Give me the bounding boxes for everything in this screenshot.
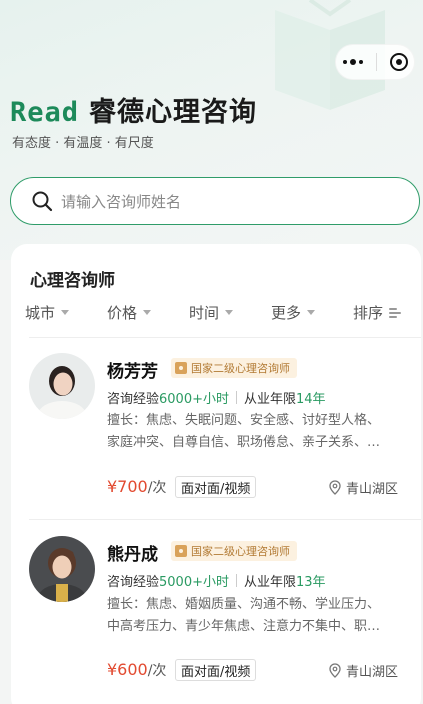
specialties-line: 中高考压力、青少年焦虑、注意力不集中、职… bbox=[107, 619, 381, 634]
capsule-divider bbox=[375, 53, 377, 71]
price: ¥700 /次 bbox=[107, 477, 166, 497]
slogan: 有态度 · 有温度 · 有尺度 bbox=[12, 136, 154, 151]
certificate-icon bbox=[175, 545, 187, 557]
filter-city-label: 城市 bbox=[25, 304, 56, 322]
price-value: ¥700 bbox=[107, 477, 148, 496]
stats-divider bbox=[236, 391, 237, 404]
filter-price-label: 价格 bbox=[107, 304, 138, 322]
consult-mode-tag: 面对面/视频 bbox=[175, 476, 257, 498]
experience-value: 5000+小时 bbox=[159, 575, 229, 590]
badge-label: 国家二级心理咨询师 bbox=[191, 362, 290, 375]
stats-divider bbox=[236, 574, 237, 587]
price-unit: /次 bbox=[147, 480, 167, 496]
specialties: 擅长：焦虑、失眠问题、安全感、讨好型人格、 家庭冲突、自尊自信、职场倦怠、亲子关… bbox=[107, 410, 403, 454]
brand-logo-text: Read bbox=[10, 97, 80, 128]
divider bbox=[29, 519, 421, 520]
specialties-line: 家庭冲突、自尊自信、职场倦怠、亲子关系、… bbox=[107, 435, 381, 450]
experience-value: 6000+小时 bbox=[159, 392, 229, 407]
years-label: 从业年限 bbox=[244, 575, 297, 590]
search-input[interactable]: 请输入咨询师姓名 bbox=[61, 191, 181, 212]
certificate-icon bbox=[175, 362, 187, 374]
price-value: ¥600 bbox=[107, 660, 148, 679]
specialties-line: 擅长：焦虑、婚姻质量、沟通不畅、学业压力、 bbox=[107, 597, 381, 612]
search-bar[interactable]: 请输入咨询师姓名 bbox=[10, 177, 420, 225]
caret-down-icon bbox=[61, 310, 70, 315]
filter-city[interactable]: 城市 bbox=[25, 302, 70, 323]
filter-bar: 城市 价格 时间 更多 排序 bbox=[11, 302, 421, 326]
sort-icon bbox=[389, 307, 403, 319]
years-value: 14年 bbox=[296, 392, 326, 407]
price-unit: /次 bbox=[147, 663, 167, 679]
filter-sort-label: 排序 bbox=[353, 304, 384, 322]
filter-more[interactable]: 更多 bbox=[271, 302, 316, 323]
filter-time-label: 时间 bbox=[189, 304, 220, 322]
divider bbox=[29, 337, 421, 338]
search-icon bbox=[32, 191, 53, 212]
counselor-name: 杨芳芳 bbox=[107, 362, 158, 382]
counselor-stats: 咨询经验 6000+小时 从业年限 14年 bbox=[107, 388, 326, 407]
filter-sort[interactable]: 排序 bbox=[353, 302, 403, 323]
counselor-name: 熊丹成 bbox=[107, 545, 158, 565]
brand-name: 睿德心理咨询 bbox=[89, 97, 258, 128]
mini-program-capsule bbox=[335, 44, 415, 80]
filter-time[interactable]: 时间 bbox=[189, 302, 234, 323]
experience-label: 咨询经验 bbox=[107, 575, 160, 590]
location-pin-icon bbox=[329, 663, 341, 678]
counselor-list-card: 心理咨询师 城市 价格 时间 更多 排序 杨芳芳 国家二级心理咨询师 咨询经验 … bbox=[11, 244, 421, 704]
avatar bbox=[29, 536, 95, 602]
brand-title: Read 睿德心理咨询 bbox=[10, 90, 257, 129]
location-label: 青山湖区 bbox=[346, 665, 399, 680]
location: 青山湖区 bbox=[329, 478, 398, 497]
filter-more-label: 更多 bbox=[271, 304, 302, 322]
location-pin-icon bbox=[329, 480, 341, 495]
specialties-line: 擅长：焦虑、失眠问题、安全感、讨好型人格、 bbox=[107, 413, 381, 428]
location: 青山湖区 bbox=[329, 661, 398, 680]
qualification-badge: 国家二级心理咨询师 bbox=[171, 358, 297, 378]
capsule-close-icon[interactable] bbox=[389, 53, 408, 71]
price: ¥600 /次 bbox=[107, 660, 166, 680]
avatar bbox=[29, 353, 95, 419]
filter-price[interactable]: 价格 bbox=[107, 302, 152, 323]
more-dots-icon[interactable] bbox=[342, 59, 363, 65]
qualification-badge: 国家二级心理咨询师 bbox=[171, 541, 297, 561]
years-label: 从业年限 bbox=[244, 392, 297, 407]
counselor-stats: 咨询经验 5000+小时 从业年限 13年 bbox=[107, 571, 326, 590]
location-label: 青山湖区 bbox=[346, 482, 399, 497]
specialties: 擅长：焦虑、婚姻质量、沟通不畅、学业压力、 中高考压力、青少年焦虑、注意力不集中… bbox=[107, 594, 403, 638]
caret-down-icon bbox=[307, 310, 316, 315]
caret-down-icon bbox=[225, 310, 234, 315]
experience-label: 咨询经验 bbox=[107, 392, 160, 407]
badge-label: 国家二级心理咨询师 bbox=[191, 545, 290, 558]
section-title: 心理咨询师 bbox=[30, 271, 115, 291]
consult-mode-tag: 面对面/视频 bbox=[175, 659, 257, 681]
caret-down-icon bbox=[143, 310, 152, 315]
years-value: 13年 bbox=[296, 575, 326, 590]
